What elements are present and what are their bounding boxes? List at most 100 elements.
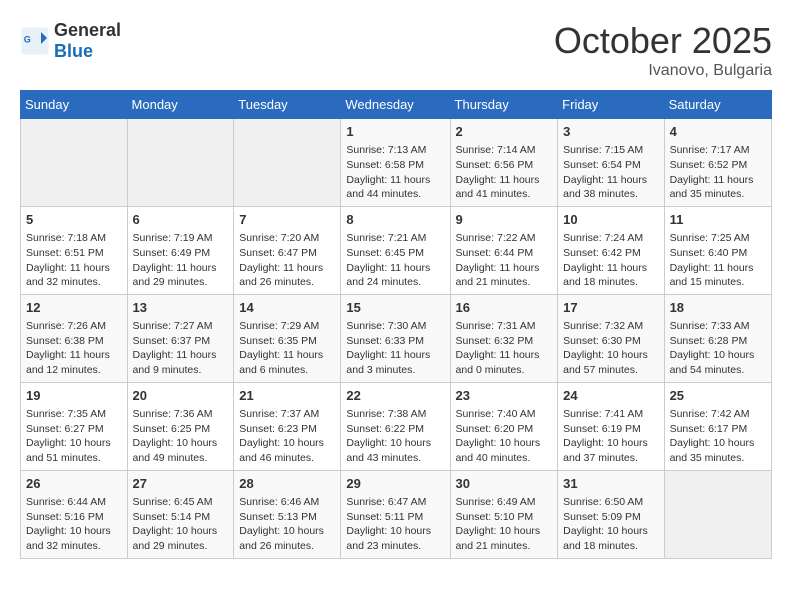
logo-general-text: General (54, 20, 121, 41)
day-content: Sunrise: 7:19 AM Sunset: 6:49 PM Dayligh… (133, 231, 229, 290)
day-cell (127, 119, 234, 207)
calendar-table: SundayMondayTuesdayWednesdayThursdayFrid… (20, 90, 772, 559)
day-number: 8 (346, 211, 444, 229)
month-title: October 2025 (554, 20, 772, 62)
day-cell: 14Sunrise: 7:29 AM Sunset: 6:35 PM Dayli… (234, 294, 341, 382)
week-row-1: 1 Sunrise: 7:13 AM Sunset: 6:58 PM Daylig… (21, 119, 772, 207)
day-content: Sunrise: 6:46 AM Sunset: 5:13 PM Dayligh… (239, 495, 335, 554)
day-number: 28 (239, 475, 335, 493)
week-row-5: 26Sunrise: 6:44 AM Sunset: 5:16 PM Dayli… (21, 470, 772, 558)
day-content: Sunrise: 6:44 AM Sunset: 5:16 PM Dayligh… (26, 495, 122, 554)
day-header-sunday: Sunday (21, 91, 128, 119)
day-cell: 13 Sunrise: 7:27 AM Sunset: 6:37 PM Dayli… (127, 294, 234, 382)
day-number: 16 (456, 299, 553, 317)
day-cell: 25 Sunrise: 7:42 AM Sunset: 6:17 PM Dayli… (664, 382, 771, 470)
day-cell: 5 Sunrise: 7:18 AM Sunset: 6:51 PM Daylig… (21, 206, 128, 294)
day-number: 22 (346, 387, 444, 405)
day-cell: 12 Sunrise: 7:26 AM Sunset: 6:38 PM Dayli… (21, 294, 128, 382)
day-content: Sunrise: 7:26 AM Sunset: 6:38 PM Dayligh… (26, 319, 122, 378)
day-cell: 30 Sunrise: 6:49 AM Sunset: 5:10 PM Dayli… (450, 470, 558, 558)
day-cell: 4 Sunrise: 7:17 AM Sunset: 6:52 PM Daylig… (664, 119, 771, 207)
day-number: 17 (563, 299, 658, 317)
day-header-wednesday: Wednesday (341, 91, 450, 119)
day-number: 31 (563, 475, 658, 493)
day-number: 5 (26, 211, 122, 229)
day-cell (234, 119, 341, 207)
day-content: Sunrise: 7:30 AM Sunset: 6:33 PM Dayligh… (346, 319, 444, 378)
day-content: Sunrise: 7:17 AM Sunset: 6:52 PM Dayligh… (670, 143, 766, 202)
day-cell (664, 470, 771, 558)
day-cell: 27 Sunrise: 6:45 AM Sunset: 5:14 PM Dayli… (127, 470, 234, 558)
day-number: 27 (133, 475, 229, 493)
day-cell: 28 Sunrise: 6:46 AM Sunset: 5:13 PM Dayli… (234, 470, 341, 558)
day-number: 21 (239, 387, 335, 405)
day-cell: 8 Sunrise: 7:21 AM Sunset: 6:45 PM Daylig… (341, 206, 450, 294)
week-row-3: 12 Sunrise: 7:26 AM Sunset: 6:38 PM Dayli… (21, 294, 772, 382)
logo-blue-text: Blue (54, 41, 121, 62)
day-cell: 16Sunrise: 7:31 AM Sunset: 6:32 PM Dayli… (450, 294, 558, 382)
day-number: 9 (456, 211, 553, 229)
day-content: Sunrise: 7:38 AM Sunset: 6:22 PM Dayligh… (346, 407, 444, 466)
day-header-friday: Friday (558, 91, 664, 119)
day-number: 19 (26, 387, 122, 405)
day-number: 4 (670, 123, 766, 141)
day-content: Sunrise: 7:40 AM Sunset: 6:20 PM Dayligh… (456, 407, 553, 466)
day-number: 25 (670, 387, 766, 405)
day-cell: 19 Sunrise: 7:35 AM Sunset: 6:27 PM Dayli… (21, 382, 128, 470)
week-row-2: 5 Sunrise: 7:18 AM Sunset: 6:51 PM Daylig… (21, 206, 772, 294)
day-cell: 7 Sunrise: 7:20 AM Sunset: 6:47 PM Daylig… (234, 206, 341, 294)
day-number: 30 (456, 475, 553, 493)
location: Ivanovo, Bulgaria (554, 62, 772, 80)
day-number: 12 (26, 299, 122, 317)
day-content: Sunrise: 7:24 AM Sunset: 6:42 PM Dayligh… (563, 231, 658, 290)
day-content: Sunrise: 7:27 AM Sunset: 6:37 PM Dayligh… (133, 319, 229, 378)
day-header-tuesday: Tuesday (234, 91, 341, 119)
day-cell: 23 Sunrise: 7:40 AM Sunset: 6:20 PM Dayli… (450, 382, 558, 470)
day-cell: 17 Sunrise: 7:32 AM Sunset: 6:30 PM Dayli… (558, 294, 664, 382)
day-content: Sunrise: 7:33 AM Sunset: 6:28 PM Dayligh… (670, 319, 766, 378)
day-number: 14 (239, 299, 335, 317)
day-content: Sunrise: 7:42 AM Sunset: 6:17 PM Dayligh… (670, 407, 766, 466)
day-cell: 20Sunrise: 7:36 AM Sunset: 6:25 PM Dayli… (127, 382, 234, 470)
day-content: Sunrise: 7:13 AM Sunset: 6:58 PM Dayligh… (346, 143, 444, 202)
day-content: Sunrise: 7:35 AM Sunset: 6:27 PM Dayligh… (26, 407, 122, 466)
day-number: 1 (346, 123, 444, 141)
day-cell: 6Sunrise: 7:19 AM Sunset: 6:49 PM Daylig… (127, 206, 234, 294)
day-number: 7 (239, 211, 335, 229)
day-number: 29 (346, 475, 444, 493)
day-content: Sunrise: 7:25 AM Sunset: 6:40 PM Dayligh… (670, 231, 766, 290)
day-cell: 11 Sunrise: 7:25 AM Sunset: 6:40 PM Dayli… (664, 206, 771, 294)
day-number: 11 (670, 211, 766, 229)
day-content: Sunrise: 6:45 AM Sunset: 5:14 PM Dayligh… (133, 495, 229, 554)
day-content: Sunrise: 7:22 AM Sunset: 6:44 PM Dayligh… (456, 231, 553, 290)
page-header: G General Blue October 2025 Ivanovo, Bul… (20, 20, 772, 80)
svg-text:G: G (24, 35, 31, 45)
week-row-4: 19 Sunrise: 7:35 AM Sunset: 6:27 PM Dayli… (21, 382, 772, 470)
day-content: Sunrise: 7:14 AM Sunset: 6:56 PM Dayligh… (456, 143, 553, 202)
day-content: Sunrise: 7:32 AM Sunset: 6:30 PM Dayligh… (563, 319, 658, 378)
logo-icon: G (20, 26, 50, 56)
day-cell: 1 Sunrise: 7:13 AM Sunset: 6:58 PM Daylig… (341, 119, 450, 207)
day-number: 13 (133, 299, 229, 317)
day-number: 3 (563, 123, 658, 141)
day-header-thursday: Thursday (450, 91, 558, 119)
day-cell: 21 Sunrise: 7:37 AM Sunset: 6:23 PM Dayli… (234, 382, 341, 470)
day-number: 24 (563, 387, 658, 405)
day-content: Sunrise: 7:41 AM Sunset: 6:19 PM Dayligh… (563, 407, 658, 466)
day-cell: 22 Sunrise: 7:38 AM Sunset: 6:22 PM Dayli… (341, 382, 450, 470)
day-number: 20 (133, 387, 229, 405)
day-number: 2 (456, 123, 553, 141)
day-content: Sunrise: 7:18 AM Sunset: 6:51 PM Dayligh… (26, 231, 122, 290)
day-cell: 10Sunrise: 7:24 AM Sunset: 6:42 PM Dayli… (558, 206, 664, 294)
day-cell: 31Sunrise: 6:50 AM Sunset: 5:09 PM Dayli… (558, 470, 664, 558)
day-content: Sunrise: 7:20 AM Sunset: 6:47 PM Dayligh… (239, 231, 335, 290)
day-number: 23 (456, 387, 553, 405)
day-content: Sunrise: 7:21 AM Sunset: 6:45 PM Dayligh… (346, 231, 444, 290)
day-content: Sunrise: 6:49 AM Sunset: 5:10 PM Dayligh… (456, 495, 553, 554)
logo: G General Blue (20, 20, 121, 62)
days-header-row: SundayMondayTuesdayWednesdayThursdayFrid… (21, 91, 772, 119)
day-cell: 26Sunrise: 6:44 AM Sunset: 5:16 PM Dayli… (21, 470, 128, 558)
day-cell: 9 Sunrise: 7:22 AM Sunset: 6:44 PM Daylig… (450, 206, 558, 294)
day-content: Sunrise: 7:37 AM Sunset: 6:23 PM Dayligh… (239, 407, 335, 466)
day-cell: 18Sunrise: 7:33 AM Sunset: 6:28 PM Dayli… (664, 294, 771, 382)
